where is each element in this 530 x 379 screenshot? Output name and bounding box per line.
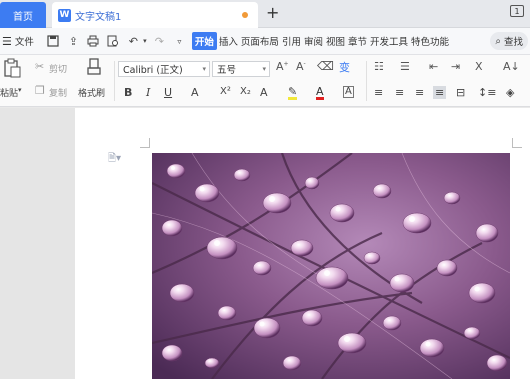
search-label: 查找 [503,37,523,48]
format-painter-button[interactable]: 格式刷 [78,86,105,99]
shading-icon[interactable]: ◈ [506,86,514,99]
tab-review[interactable]: 审阅 [303,32,324,50]
window-switch-icon[interactable]: 1 [510,5,524,17]
subscript-icon[interactable]: X₂ [240,86,251,97]
undo-icon[interactable]: ↶ [126,34,141,49]
search-icon: ⌕ [495,35,501,47]
font-name-value: Calibri (正文) [123,65,183,76]
tab-document[interactable]: W 文字文稿1 [52,2,258,28]
undo-dropdown-icon[interactable]: ▾ [142,34,148,49]
tab-features[interactable]: 特色功能 [410,32,450,50]
save-icon[interactable] [46,34,61,49]
numbered-list-icon[interactable]: ☰ [400,60,410,73]
cut-icon[interactable]: ✂ [35,60,44,73]
paragraph-icon[interactable]: 🗎▾ [108,151,121,168]
search-button[interactable]: ⌕ 查找 [490,32,528,50]
export-icon[interactable]: ⇪ [66,34,81,49]
print-icon[interactable] [86,34,101,49]
font-effect-icon[interactable]: A [191,86,199,99]
tab-view[interactable]: 视图 [325,32,346,50]
unsaved-indicator [242,12,248,18]
left-gutter [0,108,75,379]
tab-home-label: 首页 [13,11,33,23]
brush-icon[interactable] [86,58,102,82]
tab-document-label: 文字文稿1 [75,11,122,23]
paste-dropdown-icon[interactable]: ▾ [18,86,22,94]
superscript-icon[interactable]: X² [220,86,231,97]
underline-icon[interactable]: U [164,86,172,99]
paste-button[interactable]: 粘贴 [0,86,18,99]
char-border-icon[interactable]: A [343,86,354,98]
align-right-icon[interactable]: ≡ [415,86,424,99]
increase-indent-icon[interactable]: ⇥ [451,60,460,73]
writer-doc-icon: W [58,8,71,22]
justify-icon[interactable]: ≡ [433,86,447,99]
phonetic-icon[interactable]: 变 [339,59,350,75]
text-outline-icon[interactable]: A [260,86,268,99]
align-left-icon[interactable]: ≡ [374,86,383,99]
font-color-icon[interactable]: A [316,86,324,100]
customize-dropdown-icon[interactable]: ▿ [172,34,187,49]
line-spacing-icon[interactable]: ↕≡ [478,86,496,99]
new-tab-plus-icon[interactable]: + [266,3,279,22]
divider [114,61,115,101]
leaf-droplets-photo [152,153,510,379]
font-size-select[interactable]: 五号 ▾ [212,61,270,77]
font-size-value: 五号 [217,65,237,76]
ribbon-toolbar: 粘贴 ▾ ✂ 剪切 ❐ 复制 格式刷 Calibri (正文) ▾ 五号 ▾ A… [0,55,530,107]
chinese-layout-icon[interactable]: X [475,60,483,73]
highlight-icon[interactable]: ✎ [288,86,298,100]
bullet-list-icon[interactable]: ☷ [374,60,384,73]
file-menu[interactable]: ☰ 文件 [2,34,34,49]
margin-corner-mark [140,138,150,148]
bold-icon[interactable]: B [124,86,132,99]
cut-button[interactable]: 剪切 [49,62,67,75]
chevron-down-icon: ▾ [202,65,206,73]
divider [366,61,367,101]
tab-section[interactable]: 章节 [347,32,368,50]
copy-button[interactable]: 复制 [49,86,67,99]
font-name-select[interactable]: Calibri (正文) ▾ [118,61,210,77]
tab-insert[interactable]: 插入 [218,32,239,50]
tab-references[interactable]: 引用 [281,32,302,50]
align-center-icon[interactable]: ≡ [395,86,404,99]
shrink-font-icon[interactable]: A- [296,60,306,73]
menu-icon: ☰ [2,34,12,48]
tab-page-layout[interactable]: 页面布局 [240,32,280,50]
tab-start[interactable]: 开始 [191,32,217,50]
tab-home[interactable]: 首页 [0,2,46,28]
tab-bar: 首页 W 文字文稿1 + 1 [0,0,530,28]
chevron-down-icon: ▾ [262,65,266,73]
paste-icon[interactable] [3,58,21,82]
tab-developer[interactable]: 开发工具 [369,32,409,50]
decrease-indent-icon[interactable]: ⇤ [429,60,438,73]
menu-row: ☰ 文件 ⇪ ↶ ▾ ↷ ▿ 开始 插入 页面布局 引用 审阅 视图 章节 开发… [0,28,530,55]
redo-icon[interactable]: ↷ [152,34,167,49]
inserted-image[interactable] [152,153,510,379]
margin-corner-mark [512,138,522,148]
preview-icon[interactable] [106,34,121,49]
file-menu-label: 文件 [14,37,34,48]
grow-font-icon[interactable]: A+ [276,60,289,73]
clear-format-icon[interactable]: ⌫ [317,59,334,73]
distributed-icon[interactable]: ⊟ [456,86,465,99]
italic-icon[interactable]: I [146,86,150,99]
sort-icon[interactable]: A↓ [503,60,520,73]
copy-icon[interactable]: ❐ [35,84,45,97]
